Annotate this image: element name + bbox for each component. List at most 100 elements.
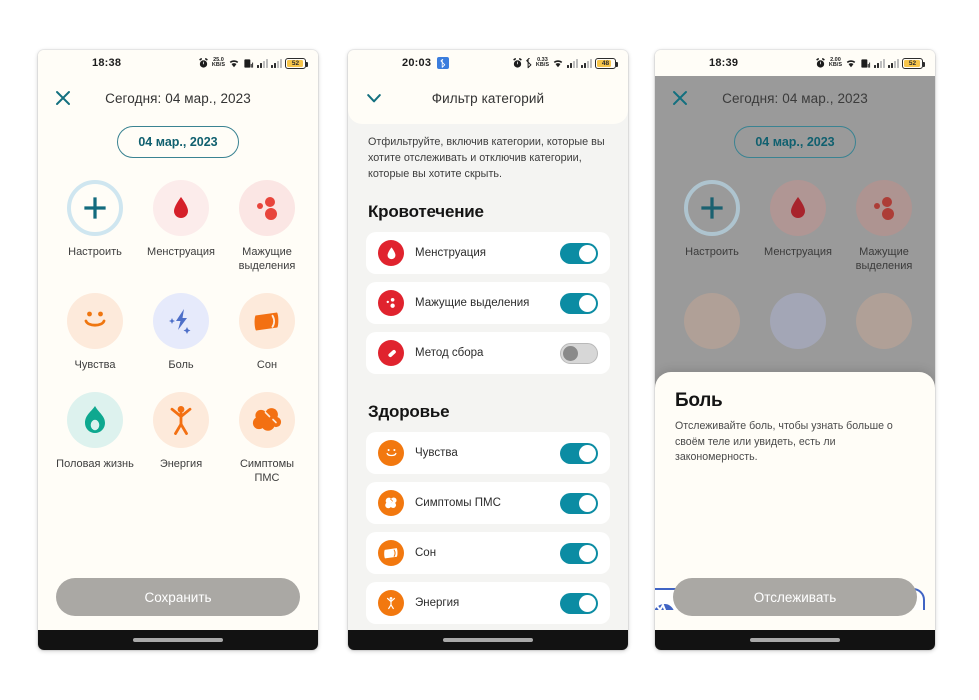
page-title: Сегодня: 04 мар., 2023 xyxy=(722,90,868,106)
spotting-dots-icon xyxy=(378,290,404,316)
grid-item-pain[interactable]: Боль xyxy=(142,293,220,372)
grid-item-spotting[interactable]: Мажущие выделения xyxy=(845,180,923,273)
section-title-bleeding: Кровотечение xyxy=(368,202,484,221)
track-button[interactable]: Отслеживать xyxy=(673,578,917,616)
phone-screen-pain-sheet: 18:39 2.00 KB/S 52 Сегодня: 04 мар., 202… xyxy=(655,50,935,650)
phone-screen-track-day: 18:38 25.0 KB/S 52 Сегодня: 04 мар., 202… xyxy=(38,50,318,650)
signal-bars-1-icon xyxy=(257,58,268,68)
section-title-health: Здоровье xyxy=(368,402,450,421)
grid-item-sleep[interactable]: Сон xyxy=(228,293,306,372)
grid-item-row2-b[interactable] xyxy=(759,293,837,358)
toggle-collection-method[interactable] xyxy=(560,342,598,364)
wifi-icon xyxy=(553,59,563,67)
grid-item-sex-life[interactable]: Половая жизнь xyxy=(56,392,134,485)
grid-item-label: Настроить xyxy=(685,246,739,258)
battery-icon: 52 xyxy=(902,57,926,69)
toggle-pms-symptoms[interactable] xyxy=(560,492,598,514)
data-rate-indicator: 25.0 KB/S xyxy=(211,57,225,69)
bubble xyxy=(239,392,295,448)
data-rate-unit: KB/S xyxy=(828,62,842,68)
bubble xyxy=(770,293,826,349)
date-chip-wrap: 04 мар., 2023 xyxy=(38,126,318,158)
wifi-icon xyxy=(846,59,856,67)
filter-row-energy[interactable]: Энергия xyxy=(366,582,610,624)
grid-item-customize[interactable]: Настроить xyxy=(56,180,134,273)
chevron-down-icon[interactable] xyxy=(364,88,384,108)
grid-item-row2-a[interactable] xyxy=(673,293,751,358)
wifi-icon xyxy=(229,59,239,67)
alarm-icon xyxy=(816,57,825,68)
filter-row-menstruation[interactable]: Менструация xyxy=(366,232,610,274)
grid-item-label: Менструация xyxy=(147,246,215,258)
battery-level: 52 xyxy=(908,59,917,67)
grid-item-feelings[interactable]: Чувства xyxy=(56,293,134,372)
filter-row-sleep[interactable]: Сон xyxy=(366,532,610,574)
status-bar-time: 18:39 xyxy=(709,57,739,69)
grid-item-label: Чувства xyxy=(74,359,116,371)
data-rate-indicator: 2.00 KB/S xyxy=(828,57,842,69)
page-title: Фильтр категорий xyxy=(431,90,545,106)
filter-row-spotting[interactable]: Мажущие выделения xyxy=(366,282,610,324)
status-bar-icons: 0.33 KB/S 48 xyxy=(512,57,619,69)
data-rate-indicator: 0.33 KB/S xyxy=(535,57,549,69)
date-chip-button[interactable]: 04 мар., 2023 xyxy=(734,126,856,158)
signal-bars-2-icon xyxy=(271,58,282,68)
grid-item-row2-c[interactable] xyxy=(845,293,923,358)
date-chip-button[interactable]: 04 мар., 2023 xyxy=(117,126,239,158)
sheet-title: Боль xyxy=(675,390,723,411)
grid-item-menstruation[interactable]: Менструация xyxy=(759,180,837,273)
home-indicator[interactable] xyxy=(348,630,628,650)
data-rate-unit: KB/S xyxy=(211,62,225,68)
filter-scroll-area[interactable]: Отфильтруйте, включив категории, которые… xyxy=(348,120,628,630)
close-icon[interactable] xyxy=(671,89,689,107)
filter-row-feelings[interactable]: Чувства xyxy=(366,432,610,474)
cloud-cluster-icon xyxy=(252,408,282,431)
spotting-dots-icon xyxy=(257,197,277,220)
nav-bar: Сегодня: 04 мар., 2023 xyxy=(38,76,318,120)
smiley-icon xyxy=(84,311,106,327)
screenshot-stage: 18:38 25.0 KB/S 52 Сегодня: 04 мар., 202… xyxy=(0,0,979,700)
bluetooth-icon xyxy=(437,57,450,69)
blood-drop-icon xyxy=(378,240,404,266)
status-bar: 20:03 0.33 KB/S 48 xyxy=(348,50,628,76)
bubble xyxy=(239,293,295,349)
bubble xyxy=(856,293,912,349)
bubble xyxy=(67,392,123,448)
battery-level: 48 xyxy=(601,59,610,67)
grid-item-pms-symptoms[interactable]: Симптомы ПМС xyxy=(228,392,306,485)
status-bar: 18:38 25.0 KB/S 52 xyxy=(38,50,318,76)
toggle-sleep[interactable] xyxy=(560,542,598,564)
filter-row-label: Мажущие выделения xyxy=(415,297,530,309)
home-indicator[interactable] xyxy=(38,630,318,650)
save-button[interactable]: Сохранить xyxy=(56,578,300,616)
date-chip-wrap: 04 мар., 2023 xyxy=(655,126,935,158)
battery-icon: 52 xyxy=(285,57,309,69)
filter-row-collection-method[interactable]: Метод сбора xyxy=(366,332,610,374)
blood-drop-icon xyxy=(791,197,805,218)
data-rate-unit: KB/S xyxy=(535,62,549,68)
close-icon[interactable] xyxy=(54,89,72,107)
grid-item-energy[interactable]: Энергия xyxy=(142,392,220,485)
home-indicator[interactable] xyxy=(655,630,935,650)
grid-item-menstruation[interactable]: Менструация xyxy=(142,180,220,273)
toggle-energy[interactable] xyxy=(560,592,598,614)
grid-item-spotting[interactable]: Мажущие выделения xyxy=(228,180,306,273)
status-bar: 18:39 2.00 KB/S 52 xyxy=(655,50,935,76)
blood-drop-icon xyxy=(174,197,188,218)
lightning-bolt-icon xyxy=(169,309,191,334)
sim-card-icon xyxy=(861,58,871,68)
filter-row-label: Симптомы ПМС xyxy=(415,497,501,509)
bubble xyxy=(684,180,740,236)
grid-item-customize[interactable]: Настроить xyxy=(673,180,751,273)
filter-row-label: Метод сбора xyxy=(415,347,484,359)
tampon-icon xyxy=(378,340,404,366)
tracking-category-grid: Настроить Менструация xyxy=(56,180,300,485)
toggle-menstruation[interactable] xyxy=(560,242,598,264)
status-bar-time: 20:03 xyxy=(402,57,432,69)
filter-row-pms-symptoms[interactable]: Симптомы ПМС xyxy=(366,482,610,524)
grid-item-label: Симптомы ПМС xyxy=(239,458,295,484)
toggle-feelings[interactable] xyxy=(560,442,598,464)
pain-bottom-sheet: Боль Отслеживайте боль, чтобы узнать бол… xyxy=(655,372,935,650)
toggle-spotting[interactable] xyxy=(560,292,598,314)
background-content: Сегодня: 04 мар., 2023 04 мар., 2023 Нас… xyxy=(655,76,935,358)
